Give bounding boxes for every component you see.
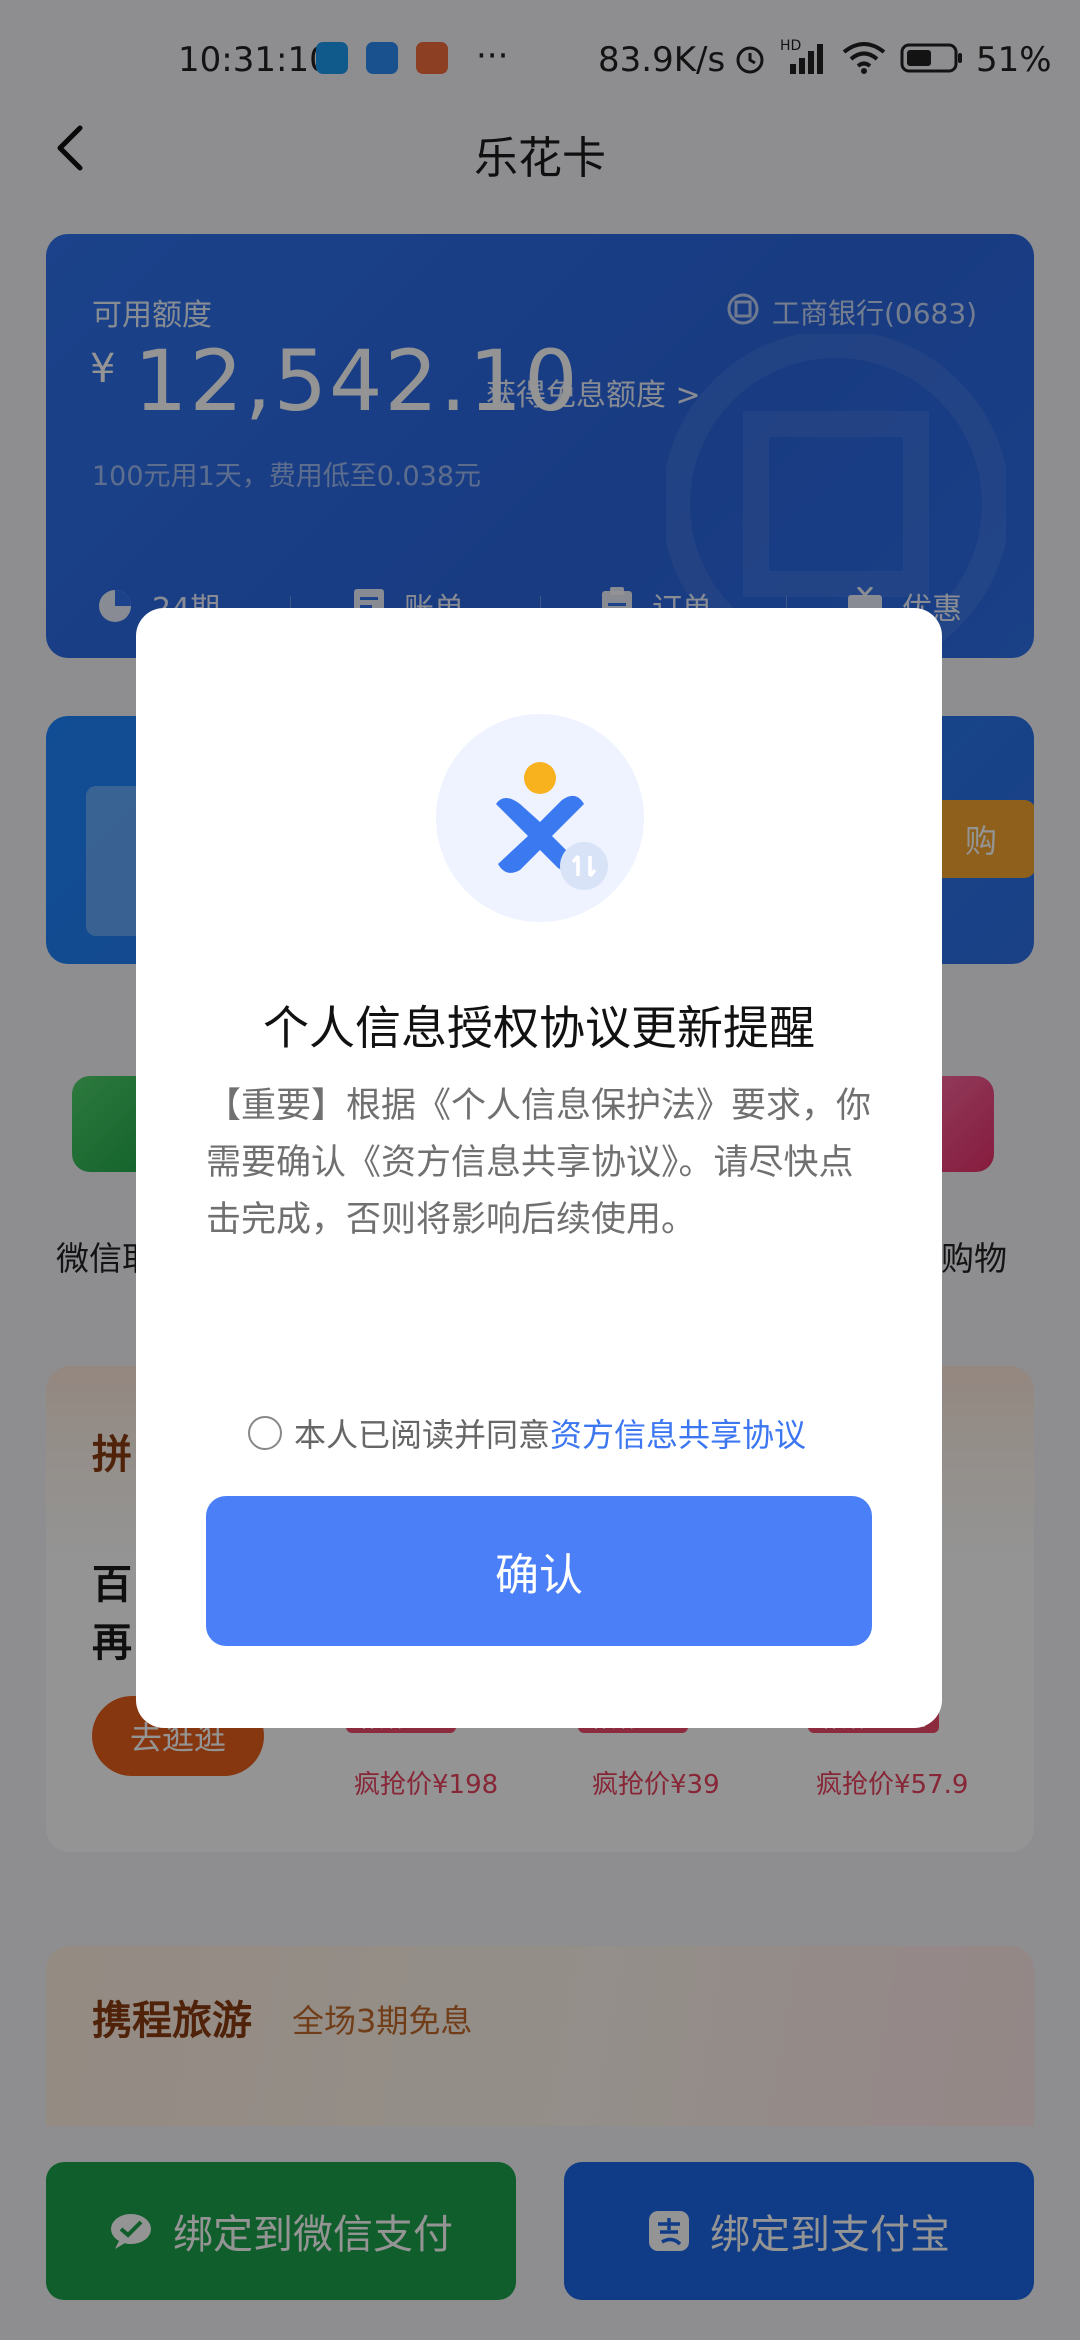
modal-title: 个人信息授权协议更新提醒 xyxy=(263,1001,815,1055)
agreement-radio[interactable] xyxy=(248,1416,282,1450)
agreement-link[interactable]: 资方信息共享协议 xyxy=(550,1410,806,1456)
modal-body-text: 【重要】根据《个人信息保护法》要求，你需要确认《资方信息共享协议》。请尽快点击完… xyxy=(206,1086,872,1240)
confirm-button[interactable]: 确认 xyxy=(206,1496,872,1646)
agreement-checkbox-row[interactable]: 本人已阅读并同意 资方信息共享协议 xyxy=(248,1410,806,1456)
agreement-text: 本人已阅读并同意 xyxy=(294,1416,551,1454)
agreement-logo-icon xyxy=(436,714,644,922)
authorization-modal: 个人信息授权协议更新提醒 【重要】根据《个人信息保护法》要求，你需要确认《资方信… xyxy=(136,608,942,1728)
